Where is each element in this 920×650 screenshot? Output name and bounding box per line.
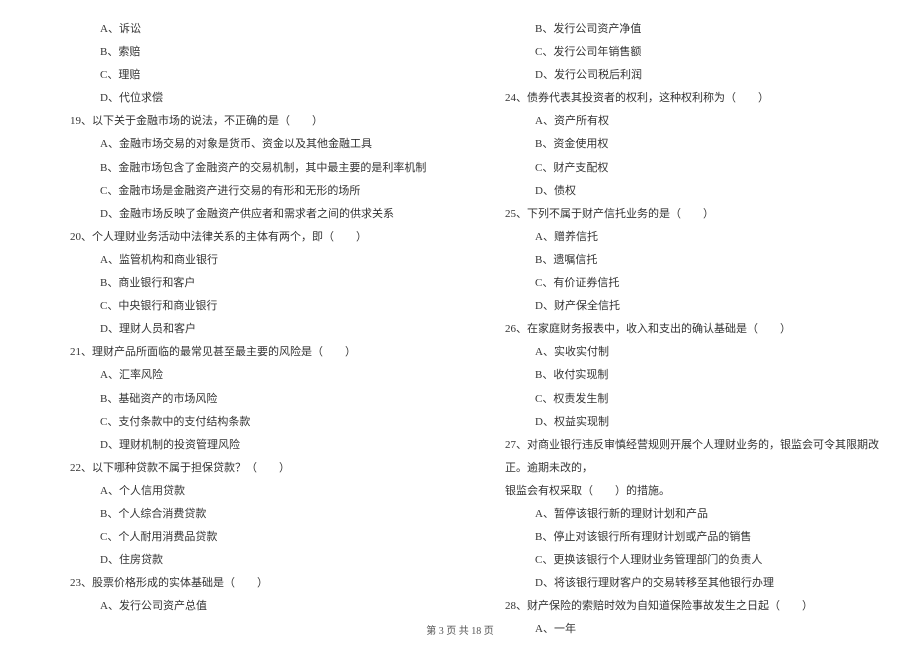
q22-text: 22、以下哪种贷款不属于担保贷款？（ ）	[40, 457, 445, 480]
q19-text: 19、以下关于金融市场的说法，不正确的是（ ）	[40, 110, 445, 133]
page-footer: 第 3 页 共 18 页	[0, 621, 920, 642]
q26-option-c: C、权责发生制	[475, 388, 880, 411]
q24-option-d: D、债权	[475, 180, 880, 203]
q27-option-b: B、停止对该银行所有理财计划或产品的销售	[475, 526, 880, 549]
q24-text: 24、债券代表其投资者的权利，这种权利称为（ ）	[475, 87, 880, 110]
q21-option-d: D、理财机制的投资管理风险	[40, 434, 445, 457]
q18-option-a: A、诉讼	[40, 18, 445, 41]
q22-option-a: A、个人信用贷款	[40, 480, 445, 503]
q25-option-b: B、遗嘱信托	[475, 249, 880, 272]
q20-option-c: C、中央银行和商业银行	[40, 295, 445, 318]
q24-option-c: C、财产支配权	[475, 157, 880, 180]
q20-option-b: B、商业银行和客户	[40, 272, 445, 295]
q23-text: 23、股票价格形成的实体基础是（ ）	[40, 572, 445, 595]
q23-option-c: C、发行公司年销售额	[475, 41, 880, 64]
q23-option-d: D、发行公司税后利润	[475, 64, 880, 87]
q25-option-a: A、赠养信托	[475, 226, 880, 249]
q25-text: 25、下列不属于财产信托业务的是（ ）	[475, 203, 880, 226]
q24-option-a: A、资产所有权	[475, 110, 880, 133]
q20-option-a: A、监管机构和商业银行	[40, 249, 445, 272]
q20-option-d: D、理财人员和客户	[40, 318, 445, 341]
q24-option-b: B、资金使用权	[475, 133, 880, 156]
q19-option-a: A、金融市场交易的对象是货币、资金以及其他金融工具	[40, 133, 445, 156]
q26-text: 26、在家庭财务报表中，收入和支出的确认基础是（ ）	[475, 318, 880, 341]
q26-option-d: D、权益实现制	[475, 411, 880, 434]
q25-option-c: C、有价证券信托	[475, 272, 880, 295]
right-column: B、发行公司资产净值 C、发行公司年销售额 D、发行公司税后利润 24、债券代表…	[475, 18, 880, 642]
q22-option-d: D、住房贷款	[40, 549, 445, 572]
q19-option-b: B、金融市场包含了金融资产的交易机制，其中最主要的是利率机制	[40, 157, 445, 180]
q20-text: 20、个人理财业务活动中法律关系的主体有两个，即（ ）	[40, 226, 445, 249]
q27-text-cont: 银监会有权采取（ ）的措施。	[475, 480, 880, 503]
q27-text: 27、对商业银行违反审慎经营规则开展个人理财业务的，银监会可令其限期改正。逾期未…	[475, 434, 880, 480]
q23-option-b: B、发行公司资产净值	[475, 18, 880, 41]
q23-option-a: A、发行公司资产总值	[40, 595, 445, 618]
q25-option-d: D、财产保全信托	[475, 295, 880, 318]
q26-option-b: B、收付实现制	[475, 364, 880, 387]
q21-option-c: C、支付条款中的支付结构条款	[40, 411, 445, 434]
q19-option-c: C、金融市场是金融资产进行交易的有形和无形的场所	[40, 180, 445, 203]
q22-option-c: C、个人耐用消费品贷款	[40, 526, 445, 549]
q21-option-b: B、基础资产的市场风险	[40, 388, 445, 411]
q18-option-b: B、索赔	[40, 41, 445, 64]
q28-text: 28、财产保险的索赔时效为自知道保险事故发生之日起（ ）	[475, 595, 880, 618]
q27-option-d: D、将该银行理财客户的交易转移至其他银行办理	[475, 572, 880, 595]
q26-option-a: A、实收实付制	[475, 341, 880, 364]
q18-option-c: C、理赔	[40, 64, 445, 87]
q21-text: 21、理财产品所面临的最常见甚至最主要的风险是（ ）	[40, 341, 445, 364]
q21-option-a: A、汇率风险	[40, 364, 445, 387]
q19-option-d: D、金融市场反映了金融资产供应者和需求者之间的供求关系	[40, 203, 445, 226]
q27-option-a: A、暂停该银行新的理财计划和产品	[475, 503, 880, 526]
left-column: A、诉讼 B、索赔 C、理赔 D、代位求偿 19、以下关于金融市场的说法，不正确…	[40, 18, 445, 642]
q18-option-d: D、代位求偿	[40, 87, 445, 110]
q22-option-b: B、个人综合消费贷款	[40, 503, 445, 526]
q27-option-c: C、更换该银行个人理财业务管理部门的负责人	[475, 549, 880, 572]
